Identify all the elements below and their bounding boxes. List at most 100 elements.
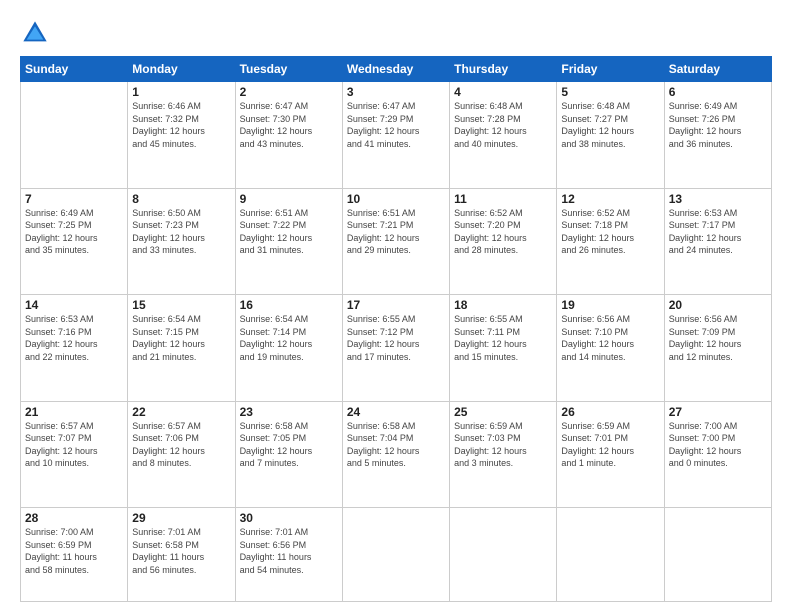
calendar-cell: 12Sunrise: 6:52 AM Sunset: 7:18 PM Dayli… xyxy=(557,188,664,295)
day-info: Sunrise: 6:52 AM Sunset: 7:18 PM Dayligh… xyxy=(561,207,659,257)
week-row-2: 14Sunrise: 6:53 AM Sunset: 7:16 PM Dayli… xyxy=(21,295,772,402)
weekday-header-tuesday: Tuesday xyxy=(235,57,342,82)
day-number: 1 xyxy=(132,85,230,99)
day-number: 23 xyxy=(240,405,338,419)
calendar-cell: 22Sunrise: 6:57 AM Sunset: 7:06 PM Dayli… xyxy=(128,401,235,508)
calendar-cell: 17Sunrise: 6:55 AM Sunset: 7:12 PM Dayli… xyxy=(342,295,449,402)
day-number: 12 xyxy=(561,192,659,206)
calendar-cell: 11Sunrise: 6:52 AM Sunset: 7:20 PM Dayli… xyxy=(450,188,557,295)
day-number: 7 xyxy=(25,192,123,206)
day-number: 30 xyxy=(240,511,338,525)
calendar-cell: 16Sunrise: 6:54 AM Sunset: 7:14 PM Dayli… xyxy=(235,295,342,402)
day-info: Sunrise: 6:54 AM Sunset: 7:15 PM Dayligh… xyxy=(132,313,230,363)
day-number: 27 xyxy=(669,405,767,419)
day-info: Sunrise: 7:01 AM Sunset: 6:56 PM Dayligh… xyxy=(240,526,338,576)
day-info: Sunrise: 6:59 AM Sunset: 7:01 PM Dayligh… xyxy=(561,420,659,470)
calendar-cell: 15Sunrise: 6:54 AM Sunset: 7:15 PM Dayli… xyxy=(128,295,235,402)
day-number: 4 xyxy=(454,85,552,99)
day-info: Sunrise: 6:59 AM Sunset: 7:03 PM Dayligh… xyxy=(454,420,552,470)
day-number: 6 xyxy=(669,85,767,99)
day-info: Sunrise: 7:00 AM Sunset: 6:59 PM Dayligh… xyxy=(25,526,123,576)
day-number: 20 xyxy=(669,298,767,312)
day-number: 13 xyxy=(669,192,767,206)
calendar-cell: 30Sunrise: 7:01 AM Sunset: 6:56 PM Dayli… xyxy=(235,508,342,602)
calendar-cell: 21Sunrise: 6:57 AM Sunset: 7:07 PM Dayli… xyxy=(21,401,128,508)
calendar-cell: 24Sunrise: 6:58 AM Sunset: 7:04 PM Dayli… xyxy=(342,401,449,508)
calendar-cell: 6Sunrise: 6:49 AM Sunset: 7:26 PM Daylig… xyxy=(664,82,771,189)
day-number: 10 xyxy=(347,192,445,206)
day-number: 19 xyxy=(561,298,659,312)
day-info: Sunrise: 6:48 AM Sunset: 7:27 PM Dayligh… xyxy=(561,100,659,150)
day-info: Sunrise: 7:01 AM Sunset: 6:58 PM Dayligh… xyxy=(132,526,230,576)
day-info: Sunrise: 6:47 AM Sunset: 7:29 PM Dayligh… xyxy=(347,100,445,150)
day-info: Sunrise: 7:00 AM Sunset: 7:00 PM Dayligh… xyxy=(669,420,767,470)
day-number: 15 xyxy=(132,298,230,312)
day-number: 2 xyxy=(240,85,338,99)
weekday-header-wednesday: Wednesday xyxy=(342,57,449,82)
weekday-header-friday: Friday xyxy=(557,57,664,82)
calendar-cell: 8Sunrise: 6:50 AM Sunset: 7:23 PM Daylig… xyxy=(128,188,235,295)
day-number: 26 xyxy=(561,405,659,419)
calendar-cell xyxy=(557,508,664,602)
calendar-cell: 23Sunrise: 6:58 AM Sunset: 7:05 PM Dayli… xyxy=(235,401,342,508)
weekday-header-monday: Monday xyxy=(128,57,235,82)
day-info: Sunrise: 6:46 AM Sunset: 7:32 PM Dayligh… xyxy=(132,100,230,150)
day-number: 14 xyxy=(25,298,123,312)
header xyxy=(20,18,772,48)
day-number: 9 xyxy=(240,192,338,206)
logo-icon xyxy=(20,18,50,48)
day-info: Sunrise: 6:51 AM Sunset: 7:21 PM Dayligh… xyxy=(347,207,445,257)
calendar-cell: 1Sunrise: 6:46 AM Sunset: 7:32 PM Daylig… xyxy=(128,82,235,189)
day-number: 3 xyxy=(347,85,445,99)
calendar-cell: 20Sunrise: 6:56 AM Sunset: 7:09 PM Dayli… xyxy=(664,295,771,402)
weekday-header-row: SundayMondayTuesdayWednesdayThursdayFrid… xyxy=(21,57,772,82)
day-number: 11 xyxy=(454,192,552,206)
day-info: Sunrise: 6:49 AM Sunset: 7:26 PM Dayligh… xyxy=(669,100,767,150)
calendar-cell: 26Sunrise: 6:59 AM Sunset: 7:01 PM Dayli… xyxy=(557,401,664,508)
week-row-1: 7Sunrise: 6:49 AM Sunset: 7:25 PM Daylig… xyxy=(21,188,772,295)
day-number: 29 xyxy=(132,511,230,525)
calendar-table: SundayMondayTuesdayWednesdayThursdayFrid… xyxy=(20,56,772,602)
calendar-cell: 9Sunrise: 6:51 AM Sunset: 7:22 PM Daylig… xyxy=(235,188,342,295)
day-info: Sunrise: 6:56 AM Sunset: 7:09 PM Dayligh… xyxy=(669,313,767,363)
calendar-cell: 18Sunrise: 6:55 AM Sunset: 7:11 PM Dayli… xyxy=(450,295,557,402)
calendar-cell: 2Sunrise: 6:47 AM Sunset: 7:30 PM Daylig… xyxy=(235,82,342,189)
logo xyxy=(20,18,54,48)
day-info: Sunrise: 6:50 AM Sunset: 7:23 PM Dayligh… xyxy=(132,207,230,257)
weekday-header-thursday: Thursday xyxy=(450,57,557,82)
calendar-cell: 14Sunrise: 6:53 AM Sunset: 7:16 PM Dayli… xyxy=(21,295,128,402)
day-number: 18 xyxy=(454,298,552,312)
day-info: Sunrise: 6:53 AM Sunset: 7:16 PM Dayligh… xyxy=(25,313,123,363)
day-info: Sunrise: 6:56 AM Sunset: 7:10 PM Dayligh… xyxy=(561,313,659,363)
calendar-cell: 27Sunrise: 7:00 AM Sunset: 7:00 PM Dayli… xyxy=(664,401,771,508)
calendar-cell xyxy=(450,508,557,602)
calendar-cell: 13Sunrise: 6:53 AM Sunset: 7:17 PM Dayli… xyxy=(664,188,771,295)
calendar-cell: 10Sunrise: 6:51 AM Sunset: 7:21 PM Dayli… xyxy=(342,188,449,295)
day-info: Sunrise: 6:57 AM Sunset: 7:06 PM Dayligh… xyxy=(132,420,230,470)
week-row-4: 28Sunrise: 7:00 AM Sunset: 6:59 PM Dayli… xyxy=(21,508,772,602)
weekday-header-sunday: Sunday xyxy=(21,57,128,82)
day-number: 28 xyxy=(25,511,123,525)
day-number: 17 xyxy=(347,298,445,312)
day-info: Sunrise: 6:52 AM Sunset: 7:20 PM Dayligh… xyxy=(454,207,552,257)
day-number: 24 xyxy=(347,405,445,419)
calendar-cell: 28Sunrise: 7:00 AM Sunset: 6:59 PM Dayli… xyxy=(21,508,128,602)
weekday-header-saturday: Saturday xyxy=(664,57,771,82)
day-info: Sunrise: 6:54 AM Sunset: 7:14 PM Dayligh… xyxy=(240,313,338,363)
calendar-cell: 29Sunrise: 7:01 AM Sunset: 6:58 PM Dayli… xyxy=(128,508,235,602)
calendar-cell: 4Sunrise: 6:48 AM Sunset: 7:28 PM Daylig… xyxy=(450,82,557,189)
calendar-cell xyxy=(21,82,128,189)
day-number: 8 xyxy=(132,192,230,206)
day-number: 25 xyxy=(454,405,552,419)
day-info: Sunrise: 6:55 AM Sunset: 7:11 PM Dayligh… xyxy=(454,313,552,363)
day-info: Sunrise: 6:55 AM Sunset: 7:12 PM Dayligh… xyxy=(347,313,445,363)
day-info: Sunrise: 6:57 AM Sunset: 7:07 PM Dayligh… xyxy=(25,420,123,470)
day-info: Sunrise: 6:53 AM Sunset: 7:17 PM Dayligh… xyxy=(669,207,767,257)
page: SundayMondayTuesdayWednesdayThursdayFrid… xyxy=(0,0,792,612)
calendar-cell xyxy=(342,508,449,602)
day-number: 5 xyxy=(561,85,659,99)
day-number: 21 xyxy=(25,405,123,419)
calendar-cell: 25Sunrise: 6:59 AM Sunset: 7:03 PM Dayli… xyxy=(450,401,557,508)
calendar-cell: 19Sunrise: 6:56 AM Sunset: 7:10 PM Dayli… xyxy=(557,295,664,402)
day-info: Sunrise: 6:47 AM Sunset: 7:30 PM Dayligh… xyxy=(240,100,338,150)
